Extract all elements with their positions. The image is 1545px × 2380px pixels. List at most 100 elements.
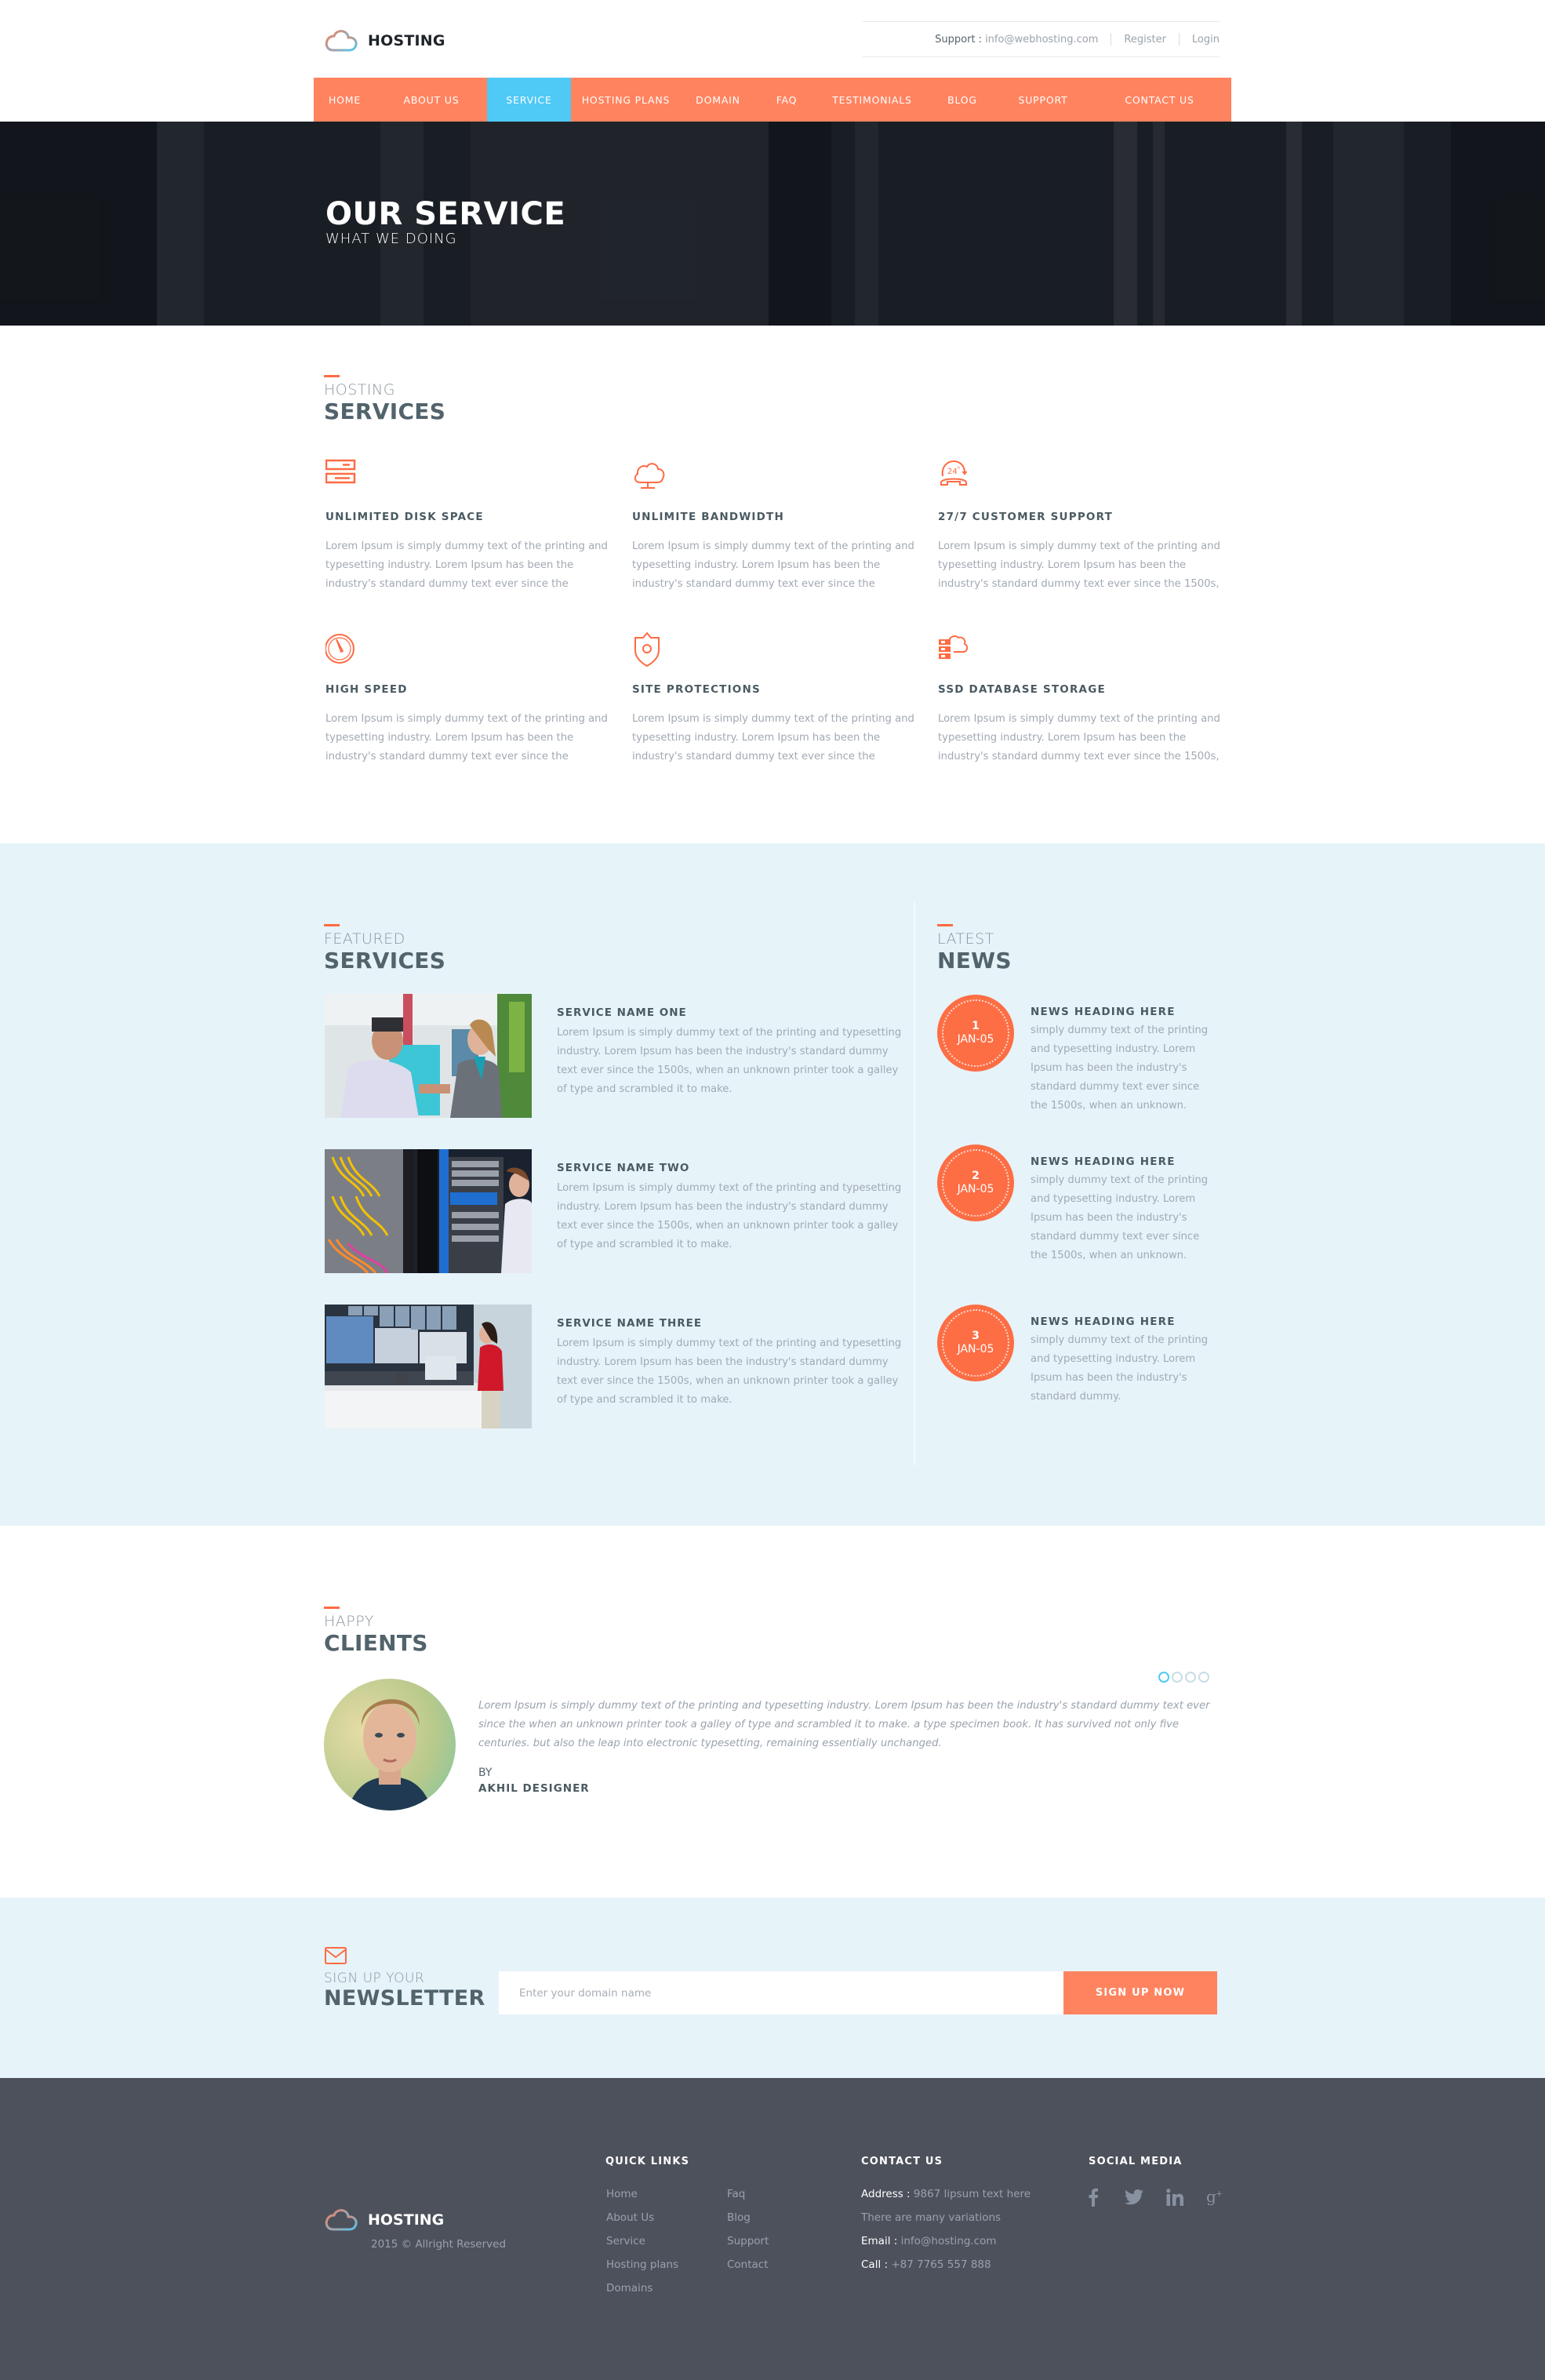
featured-service-title[interactable]: SERVICE NAME THREE bbox=[557, 1317, 902, 1330]
service-text: Lorem Ipsum is simply dummy text of the … bbox=[325, 540, 608, 590]
testimonial-quote: Lorem Ipsum is simply dummy text of the … bbox=[478, 1700, 1210, 1749]
carousel-dot-1[interactable] bbox=[1158, 1672, 1169, 1683]
carousel-dot-2[interactable] bbox=[1172, 1672, 1183, 1683]
footer-link-contact[interactable]: Contact bbox=[727, 2253, 769, 2276]
facebook-icon[interactable] bbox=[1082, 2186, 1104, 2208]
divider bbox=[1178, 33, 1180, 45]
featured-service-text: Lorem Ipsum is simply dummy text of the … bbox=[557, 1337, 902, 1406]
social-links: g + bbox=[1082, 2186, 1227, 2208]
footer-logo-text: HOSTING bbox=[368, 2211, 445, 2229]
service-title: UNLIMITE BANDWIDTH bbox=[632, 511, 784, 523]
nav-item-home[interactable]: HOME bbox=[314, 78, 376, 122]
linkedin-icon[interactable] bbox=[1164, 2186, 1186, 2208]
24h-phone-support-icon: 24 h bbox=[940, 460, 968, 486]
client-avatar bbox=[324, 1679, 456, 1810]
service-card: UNLIMITE BANDWIDTH Lorem Ipsum is simply… bbox=[632, 459, 914, 594]
support-email-link[interactable]: info@webhosting.com bbox=[985, 34, 1098, 45]
news-title[interactable]: NEWS HEADING HERE bbox=[1031, 1316, 1219, 1328]
logo-text: HOSTING bbox=[368, 32, 445, 49]
address-line2: There are many variations bbox=[861, 2211, 1002, 2224]
nav-item-faq[interactable]: FAQ bbox=[755, 78, 818, 122]
server-rack-photo bbox=[325, 1149, 532, 1273]
carousel-dot-4[interactable] bbox=[1198, 1672, 1209, 1683]
section-heading: SERVICES bbox=[324, 948, 446, 973]
twitter-icon[interactable] bbox=[1123, 2186, 1145, 2208]
nav-item-domain[interactable]: DOMAIN bbox=[681, 78, 755, 122]
news-item: NEWS HEADING HERE simply dummy text of t… bbox=[1031, 1316, 1219, 1407]
news-month: JAN-05 bbox=[957, 1033, 994, 1046]
logo[interactable]: HOSTING bbox=[324, 25, 445, 56]
email-value[interactable]: info@hosting.com bbox=[901, 2235, 997, 2247]
cloud-logo-icon bbox=[325, 2209, 358, 2231]
nav-item-blog[interactable]: BLOG bbox=[926, 78, 998, 122]
login-link[interactable]: Login bbox=[1192, 34, 1220, 45]
news-day: 2 bbox=[972, 1170, 980, 1182]
news-title[interactable]: NEWS HEADING HERE bbox=[1031, 1006, 1219, 1018]
nav-item-contact-us[interactable]: CONTACT US bbox=[1088, 78, 1231, 122]
carousel-pagination bbox=[1158, 1672, 1209, 1683]
copyright: 2015 © Allright Reserved bbox=[371, 2238, 507, 2251]
page-title: OUR SERVICE bbox=[325, 196, 566, 232]
section-accent bbox=[324, 924, 340, 926]
call-label: Call : bbox=[861, 2258, 889, 2271]
email-label: Email : bbox=[861, 2235, 898, 2247]
section-accent bbox=[324, 375, 340, 377]
featured-service: SERVICE NAME THREE Lorem Ipsum is simply… bbox=[557, 1317, 902, 1410]
service-text: Lorem Ipsum is simply dummy text of the … bbox=[938, 713, 1220, 762]
nav-item-service[interactable]: SERVICE bbox=[487, 78, 571, 122]
address-value: 9867 lipsum text here bbox=[913, 2188, 1031, 2200]
footer-link-support[interactable]: Support bbox=[727, 2229, 769, 2253]
news-title[interactable]: NEWS HEADING HERE bbox=[1031, 1155, 1219, 1168]
section-kicker: FEATURED bbox=[324, 930, 405, 948]
footer-link-service[interactable]: Service bbox=[606, 2229, 678, 2253]
footer-link-hosting-plans[interactable]: Hosting plans bbox=[606, 2253, 678, 2276]
featured-service-title[interactable]: SERVICE NAME TWO bbox=[557, 1162, 902, 1174]
quick-links-heading: QUICK LINKS bbox=[605, 2156, 690, 2167]
service-text: Lorem Ipsum is simply dummy text of the … bbox=[938, 540, 1220, 590]
shield-icon bbox=[634, 631, 660, 668]
call-value[interactable]: +87 7765 557 888 bbox=[891, 2258, 991, 2271]
section-accent bbox=[937, 924, 953, 926]
news-date-badge: 1 JAN-05 bbox=[937, 995, 1014, 1072]
quick-links-col2: Faq Blog Support Contact bbox=[727, 2182, 769, 2276]
hero-banner bbox=[0, 122, 1545, 326]
footer-link-faq[interactable]: Faq bbox=[727, 2182, 769, 2206]
footer-link-blog[interactable]: Blog bbox=[727, 2206, 769, 2229]
register-link[interactable]: Register bbox=[1124, 34, 1166, 45]
domain-input[interactable] bbox=[499, 1971, 1063, 2014]
footer-link-about-us[interactable]: About Us bbox=[606, 2206, 678, 2229]
section-heading: NEWS bbox=[937, 948, 1012, 973]
nav-item-hosting-plans[interactable]: HOSTING PLANS bbox=[571, 78, 681, 122]
google-plus-icon[interactable]: g + bbox=[1205, 2186, 1227, 2208]
footer-logo[interactable]: HOSTING bbox=[324, 2208, 444, 2232]
address-label: Address : bbox=[861, 2188, 911, 2200]
speedometer-icon bbox=[325, 634, 354, 664]
nav-item-about-us[interactable]: ABOUT US bbox=[376, 78, 487, 122]
carousel-dot-3[interactable] bbox=[1185, 1672, 1196, 1683]
service-title: UNLIMITED DISK SPACE bbox=[325, 511, 484, 523]
featured-service: SERVICE NAME TWO Lorem Ipsum is simply d… bbox=[557, 1162, 902, 1254]
featured-service-text: Lorem Ipsum is simply dummy text of the … bbox=[557, 1027, 902, 1095]
contact-heading: CONTACT US bbox=[861, 2156, 943, 2167]
section-kicker: HOSTING bbox=[324, 381, 395, 398]
news-month: JAN-05 bbox=[957, 1183, 994, 1195]
footer-link-home[interactable]: Home bbox=[606, 2182, 678, 2206]
news-day: 3 bbox=[972, 1330, 980, 1342]
svg-text:h: h bbox=[958, 466, 960, 471]
top-bar: Support : info@webhosting.com Register L… bbox=[863, 21, 1220, 57]
newsletter-kicker: SIGN UP YOUR bbox=[324, 1971, 425, 1986]
service-text: Lorem Ipsum is simply dummy text of the … bbox=[325, 713, 608, 762]
quick-links-col1: Home About Us Service Hosting plans Doma… bbox=[606, 2182, 678, 2300]
footer-link-domains[interactable]: Domains bbox=[606, 2276, 678, 2300]
featured-service-title[interactable]: SERVICE NAME ONE bbox=[557, 1006, 902, 1019]
svg-text:+: + bbox=[1216, 2189, 1223, 2199]
service-card: 24 h 27/7 CUSTOMER SUPPORT Lorem Ipsum i… bbox=[938, 459, 1220, 594]
database-cloud-icon bbox=[939, 635, 969, 659]
service-text: Lorem Ipsum is simply dummy text of the … bbox=[632, 713, 914, 762]
news-text: simply dummy text of the printing and ty… bbox=[1031, 1024, 1209, 1112]
sign-up-button[interactable]: SIGN UP NOW bbox=[1063, 1971, 1217, 2014]
nav-item-testimonials[interactable]: TESTIMONIALS bbox=[818, 78, 926, 122]
service-card: SITE PROTECTIONS Lorem Ipsum is simply d… bbox=[632, 631, 914, 766]
news-item: NEWS HEADING HERE simply dummy text of t… bbox=[1031, 1006, 1219, 1115]
nav-item-support[interactable]: SUPPORT bbox=[998, 78, 1088, 122]
